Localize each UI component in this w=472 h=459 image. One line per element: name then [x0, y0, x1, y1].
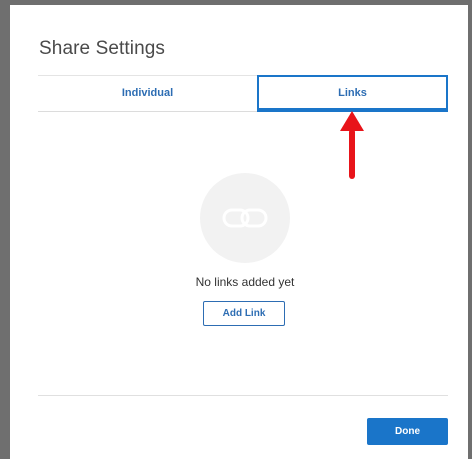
add-link-button[interactable]: Add Link: [203, 301, 285, 326]
link-icon: [222, 208, 268, 228]
empty-state-illustration: [200, 173, 290, 263]
done-button[interactable]: Done: [367, 418, 448, 445]
dialog-title: Share Settings: [39, 38, 166, 59]
tab-individual[interactable]: Individual: [38, 75, 257, 110]
tab-bar: Individual Links: [38, 75, 448, 112]
tab-links[interactable]: Links: [257, 75, 448, 112]
frame-border-left: [0, 0, 10, 459]
share-settings-dialog: Share Settings Individual Links No links…: [10, 5, 468, 459]
frame-border-right: [468, 0, 472, 459]
footer-divider: [38, 395, 448, 396]
window-frame: Share Settings Individual Links No links…: [0, 0, 472, 459]
empty-state-message: No links added yet: [195, 275, 295, 289]
red-arrow-up-icon: [340, 111, 364, 179]
